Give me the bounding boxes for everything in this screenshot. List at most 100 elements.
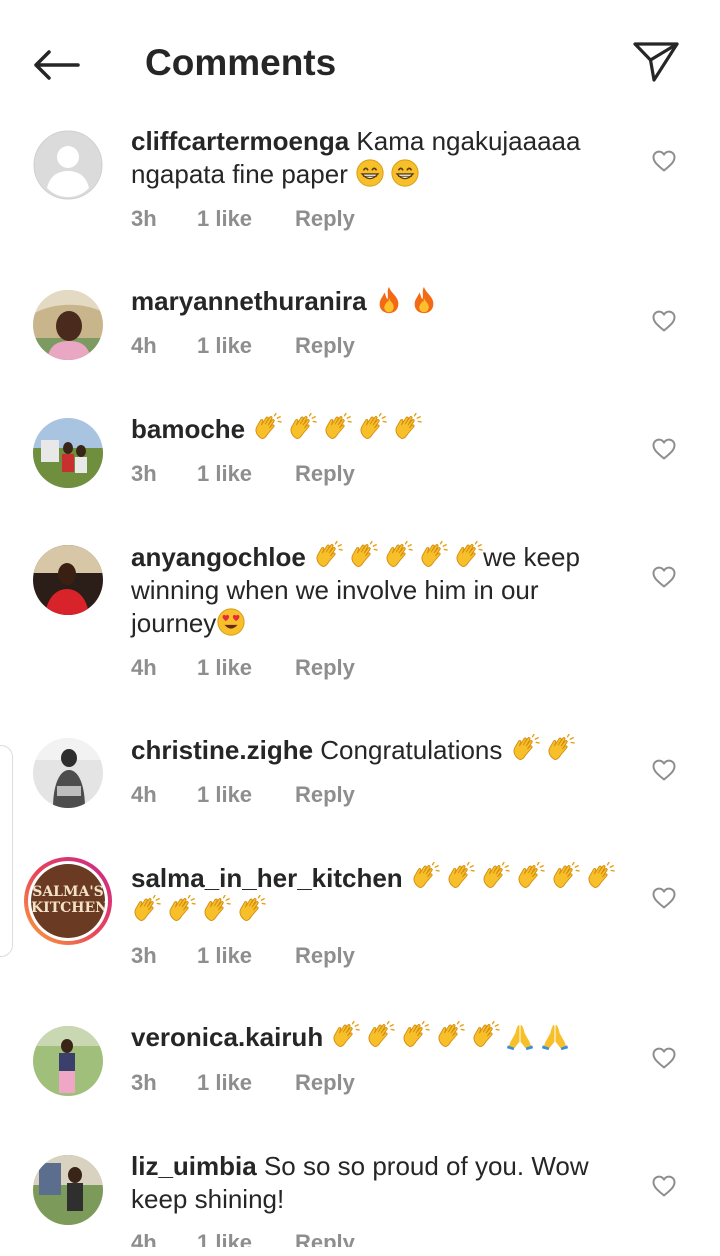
comment-username[interactable]: bamoche (131, 414, 245, 444)
like-count[interactable]: 1 like (197, 333, 295, 359)
comment-username[interactable]: maryannethuranira (131, 286, 367, 316)
clapping-hands-icon (400, 1021, 430, 1051)
profile-photo (33, 1155, 103, 1225)
comment-username[interactable]: christine.zighe (131, 735, 313, 765)
clapping-hands-icon (515, 862, 545, 892)
profile-photo (33, 545, 103, 615)
clapping-hands-icon (383, 541, 413, 571)
grinning-face-icon (390, 158, 420, 188)
heart-icon[interactable] (651, 437, 677, 461)
like-count[interactable]: 1 like (197, 1070, 295, 1096)
heart-icon[interactable] (651, 1046, 677, 1070)
fire-icon (374, 285, 404, 315)
reply-button[interactable]: Reply (295, 206, 355, 232)
heart-icon[interactable] (651, 149, 677, 173)
clapping-hands-icon (418, 541, 448, 571)
back-button[interactable] (28, 40, 84, 90)
avatar[interactable] (33, 738, 103, 808)
avatar[interactable] (33, 1155, 103, 1225)
comment-time: 3h (131, 461, 157, 486)
avatar[interactable] (33, 1026, 103, 1096)
clapping-hands-icon (287, 413, 317, 443)
avatar[interactable] (33, 545, 103, 615)
reply-button[interactable]: Reply (295, 782, 355, 808)
fire-icon (409, 285, 439, 315)
comment-time: 3h (131, 1070, 157, 1095)
heart-icon[interactable] (651, 886, 677, 910)
like-count[interactable]: 1 like (197, 206, 295, 232)
side-panel-handle[interactable] (0, 745, 13, 957)
avatar[interactable] (33, 418, 103, 488)
comment-time: 4h (131, 782, 157, 807)
arrow-left-icon (34, 50, 80, 80)
clapping-hands-icon (550, 862, 580, 892)
clapping-hands-icon (330, 1021, 360, 1051)
default-avatar-icon (33, 130, 103, 200)
comment-text: Congratulations (320, 735, 503, 765)
clapping-hands-icon (322, 413, 352, 443)
share-button[interactable] (628, 36, 684, 86)
clapping-hands-icon (510, 734, 540, 764)
comment-username[interactable]: salma_in_her_kitchen (131, 863, 403, 893)
clapping-hands-icon (410, 862, 440, 892)
comment-username[interactable]: anyangochloe (131, 542, 306, 572)
profile-photo (33, 290, 103, 360)
heart-icon[interactable] (651, 758, 677, 782)
avatar-with-story-ring[interactable]: SALMA'S KITCHEN (24, 857, 112, 945)
comment-username[interactable]: veronica.kairuh (131, 1022, 323, 1052)
reply-button[interactable]: Reply (295, 1070, 355, 1096)
emoji-row (510, 735, 580, 765)
clapping-hands-icon (470, 1021, 500, 1051)
emoji-row (252, 414, 427, 444)
clapping-hands-icon (480, 862, 510, 892)
paper-plane-icon (633, 42, 679, 82)
header: Comments (0, 0, 720, 110)
clapping-hands-icon (365, 1021, 395, 1051)
reply-button[interactable]: Reply (295, 461, 355, 487)
comment-username[interactable]: cliffcartermoenga (131, 126, 349, 156)
comment-time: 4h (131, 333, 157, 358)
profile-photo (33, 738, 103, 808)
clapping-hands-icon (131, 895, 161, 925)
avatar[interactable] (33, 290, 103, 360)
clapping-hands-icon (313, 541, 343, 571)
emoji-row (313, 542, 483, 572)
clapping-hands-icon (166, 895, 196, 925)
profile-photo (33, 418, 103, 488)
heart-icon[interactable] (651, 1174, 677, 1198)
clapping-hands-icon (392, 413, 422, 443)
page-title: Comments (145, 42, 337, 83)
reply-button[interactable]: Reply (295, 333, 355, 359)
clapping-hands-icon (348, 541, 378, 571)
comment-time: 4h (131, 655, 157, 680)
folded-hands-icon (540, 1021, 570, 1051)
reply-button[interactable]: Reply (295, 655, 355, 681)
emoji-row (374, 286, 444, 316)
avatar[interactable] (33, 130, 103, 200)
clapping-hands-icon (585, 862, 615, 892)
clapping-hands-icon (236, 895, 266, 925)
heart-icon[interactable] (651, 309, 677, 333)
clapping-hands-icon (435, 1021, 465, 1051)
like-count[interactable]: 1 like (197, 943, 295, 969)
heart-eyes-icon (216, 607, 246, 637)
clapping-hands-icon (445, 862, 475, 892)
comment-username[interactable]: liz_uimbia (131, 1151, 257, 1181)
comment-time: 3h (131, 943, 157, 968)
clapping-hands-icon (545, 734, 575, 764)
reply-button[interactable]: Reply (295, 943, 355, 969)
clapping-hands-icon (252, 413, 282, 443)
clapping-hands-icon (357, 413, 387, 443)
folded-hands-icon (505, 1021, 535, 1051)
emoji-row (355, 159, 425, 189)
profile-photo (33, 1026, 103, 1096)
heart-icon[interactable] (651, 565, 677, 589)
grinning-face-icon (355, 158, 385, 188)
bottom-edge (0, 1247, 720, 1255)
like-count[interactable]: 1 like (197, 655, 295, 681)
like-count[interactable]: 1 like (197, 461, 295, 487)
logo: SALMA'S KITCHEN (31, 864, 105, 938)
comment-time: 3h (131, 206, 157, 231)
clapping-hands-icon (453, 541, 483, 571)
like-count[interactable]: 1 like (197, 782, 295, 808)
